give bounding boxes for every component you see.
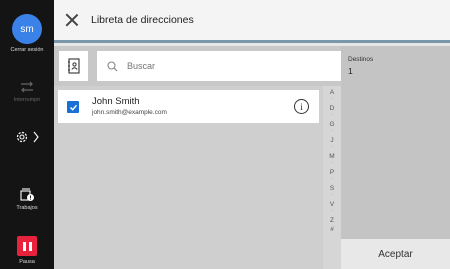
check-icon [69, 104, 77, 111]
header-bar: Libreta de direcciones [54, 0, 450, 43]
pause-button[interactable]: Pausa [0, 236, 54, 265]
settings-button[interactable] [0, 130, 54, 144]
interrupt-button[interactable]: Interrumpir [0, 80, 54, 103]
interrupt-label: Interrumpir [13, 97, 41, 103]
close-icon[interactable] [65, 13, 79, 27]
search-icon [107, 60, 118, 71]
search-row [54, 46, 341, 86]
destinations-panel: Destinos 1 [341, 46, 450, 239]
pause-label: Pausa [19, 259, 35, 265]
list-item[interactable]: John Smith john.smith@example.com i [58, 90, 319, 123]
page-title: Libreta de direcciones [91, 14, 194, 26]
address-book-icon [67, 58, 80, 74]
contact-checkbox[interactable] [67, 101, 79, 113]
contact-list: John Smith john.smith@example.com i [54, 86, 323, 269]
address-book-button[interactable] [59, 51, 88, 81]
destinations-count: 1 [348, 66, 353, 76]
jobs-label: Trabajos [16, 205, 38, 211]
index-letter[interactable]: Z [330, 216, 334, 225]
destinations-label: Destinos [348, 56, 374, 63]
chevron-right-icon [33, 131, 39, 143]
pause-icon [17, 236, 37, 256]
jobs-button[interactable]: Trabajos [0, 186, 54, 211]
settings-icon [16, 131, 28, 143]
left-sidebar: sm Cerrar sesión Interrumpir Trabajos Pa… [0, 0, 54, 269]
accept-button[interactable]: Aceptar [341, 239, 450, 269]
contact-email: john.smith@example.com [92, 109, 167, 116]
index-letter[interactable]: # [330, 225, 334, 234]
logout-label: Cerrar sesión [10, 47, 44, 53]
alphabet-index[interactable]: A · D · G · J · M · P · S · V · Z # [323, 86, 341, 269]
info-icon[interactable]: i [294, 99, 309, 114]
contact-name: John Smith [92, 96, 140, 107]
search-input[interactable] [127, 61, 307, 71]
interrupt-icon [21, 81, 33, 93]
avatar: sm [12, 14, 42, 44]
jobs-icon [20, 188, 34, 201]
search-field[interactable] [97, 51, 341, 81]
logout-button[interactable]: sm Cerrar sesión [0, 14, 54, 53]
